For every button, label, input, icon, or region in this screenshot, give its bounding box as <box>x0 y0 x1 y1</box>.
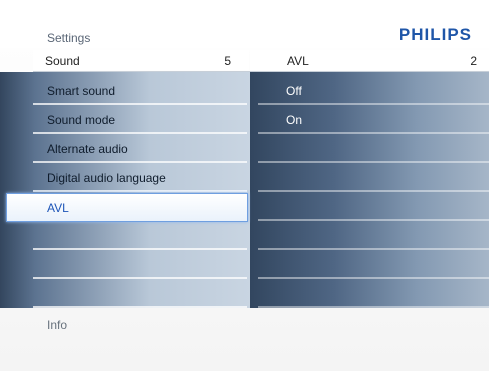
menu-item-label: Sound mode <box>47 113 116 127</box>
option-item-on[interactable]: On <box>258 107 489 134</box>
option-label: Off <box>286 84 302 98</box>
menu-item-label: Smart sound <box>47 84 116 98</box>
option-item-empty <box>258 281 489 308</box>
option-item-empty <box>258 136 489 163</box>
menu-top-bar: Settings PHILIPS <box>0 0 489 48</box>
menu-item-empty <box>33 252 247 279</box>
option-item-empty <box>258 165 489 192</box>
menu-item-sound-mode[interactable]: Sound mode <box>33 107 247 134</box>
tv-menu-screen: Settings PHILIPS Sound 5 AVL 2 Smart sou… <box>0 0 489 371</box>
menu-item-alternate-audio[interactable]: Alternate audio <box>33 136 247 163</box>
menu-item-avl-selected[interactable]: AVL <box>6 193 248 222</box>
menu-item-label: Alternate audio <box>47 142 128 156</box>
option-item-off[interactable]: Off <box>258 78 489 105</box>
option-item-empty <box>258 223 489 250</box>
menu-item-empty <box>33 223 247 250</box>
right-column-header: AVL 2 <box>250 50 489 70</box>
left-column-title: Sound <box>45 54 80 68</box>
left-column-header: Sound 5 <box>33 50 249 70</box>
right-column-title: AVL <box>287 54 309 68</box>
option-item-empty <box>258 252 489 279</box>
option-item-empty <box>258 194 489 221</box>
left-column-level: 5 <box>224 54 231 68</box>
menu-item-label: AVL <box>47 201 69 215</box>
philips-logo: PHILIPS <box>398 25 472 44</box>
right-column-level: 2 <box>470 54 477 68</box>
menu-item-smart-sound[interactable]: Smart sound <box>33 78 247 105</box>
info-label: Info <box>47 318 68 332</box>
menu-item-empty <box>33 281 247 308</box>
menu-item-label: Digital audio language <box>47 171 166 185</box>
menu-item-digital-audio-language[interactable]: Digital audio language <box>33 165 247 192</box>
settings-title: Settings <box>47 31 91 45</box>
option-label: On <box>286 113 303 127</box>
